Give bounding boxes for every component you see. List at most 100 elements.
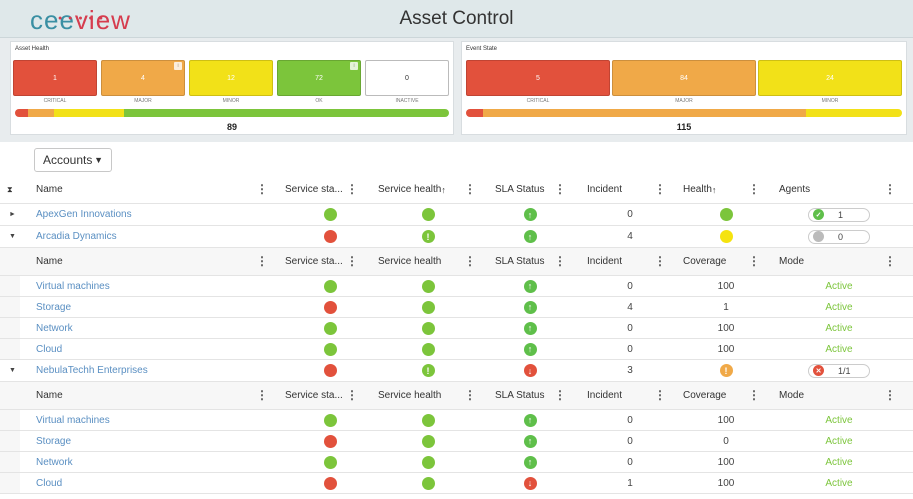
sub-row-indent bbox=[0, 473, 20, 493]
agents-toggle[interactable]: ✓ 1 bbox=[808, 207, 870, 222]
asset-name-link[interactable]: Network bbox=[36, 318, 266, 338]
account-name[interactable]: Arcadia Dynamics bbox=[36, 231, 117, 242]
asset-name[interactable]: Virtual machines bbox=[36, 281, 110, 292]
asset-name-link[interactable]: Cloud bbox=[36, 473, 266, 493]
event_state-tile-minor[interactable]: 24 bbox=[758, 60, 902, 96]
column-menu-icon[interactable]: ⋮ bbox=[346, 182, 358, 196]
asset-name[interactable]: Cloud bbox=[36, 478, 62, 489]
sub-1-col-label: Service health bbox=[378, 256, 442, 267]
event_state-tile-critical[interactable]: 5 bbox=[466, 60, 610, 96]
asset-name-link[interactable]: Network bbox=[36, 452, 266, 472]
column-menu-icon[interactable]: ⋮ bbox=[654, 254, 666, 268]
column-menu-icon[interactable]: ⋮ bbox=[654, 388, 666, 402]
column-menu-icon[interactable]: ⋮ bbox=[748, 254, 760, 268]
column-menu-icon[interactable]: ⋮ bbox=[256, 182, 268, 196]
incident-count: 1 bbox=[627, 477, 633, 489]
account-name[interactable]: NebulaTechh Enterprises bbox=[36, 365, 148, 376]
asset-name-link[interactable]: Cloud bbox=[36, 339, 266, 359]
column-menu-icon[interactable]: ⋮ bbox=[464, 388, 476, 402]
asset_health-tile-label: INACTIVE bbox=[395, 98, 419, 104]
asset_health-tile-critical[interactable]: 1 bbox=[13, 60, 97, 96]
asset-row: Storage ↑ 0 0 Active bbox=[0, 431, 913, 452]
asset-name[interactable]: Network bbox=[36, 323, 73, 334]
health-minor-icon bbox=[719, 230, 733, 243]
account-name-link[interactable]: ApexGen Innovations bbox=[36, 204, 266, 225]
asset-name-link[interactable]: Virtual machines bbox=[36, 410, 266, 430]
sub-2-col-sla[interactable]: SLA Status bbox=[495, 382, 585, 409]
accounts-col-name[interactable]: Name bbox=[36, 176, 126, 203]
asset-name-link[interactable]: Storage bbox=[36, 431, 266, 451]
column-menu-icon[interactable]: ⋮ bbox=[884, 388, 896, 402]
asset-name[interactable]: Cloud bbox=[36, 344, 62, 355]
accounts-col-sla[interactable]: SLA Status bbox=[495, 176, 585, 203]
event_state-tile-label: CRITICAL bbox=[526, 98, 550, 104]
health-cell bbox=[683, 226, 769, 247]
health-ok-icon bbox=[421, 476, 435, 490]
service-status-cell bbox=[285, 297, 375, 317]
expand-icon[interactable]: ► bbox=[9, 204, 19, 225]
accounts-col-agents[interactable]: Agents bbox=[779, 176, 869, 203]
column-menu-icon[interactable]: ⋮ bbox=[748, 388, 760, 402]
column-menu-icon[interactable]: ⋮ bbox=[554, 254, 566, 268]
sub-2-col-service-status[interactable]: Service sta... bbox=[285, 382, 375, 409]
column-menu-icon[interactable]: ⋮ bbox=[554, 388, 566, 402]
column-menu-icon[interactable]: ⋮ bbox=[748, 182, 760, 196]
event_state-tile-major[interactable]: 84 bbox=[612, 60, 756, 96]
column-menu-icon[interactable]: ⋮ bbox=[346, 254, 358, 268]
sub-2-col-mode[interactable]: Mode bbox=[779, 382, 869, 409]
column-menu-icon[interactable]: ⋮ bbox=[256, 254, 268, 268]
sub-1-col-name[interactable]: Name bbox=[36, 248, 126, 275]
asset-row: Virtual machines ↑ 0 100 Active bbox=[0, 276, 913, 297]
sub-row-indent bbox=[0, 276, 20, 296]
service-status-dot bbox=[323, 364, 337, 377]
sub-2-col-label: Mode bbox=[779, 390, 805, 401]
asset-name[interactable]: Storage bbox=[36, 302, 71, 313]
column-menu-icon[interactable]: ⋮ bbox=[654, 182, 666, 196]
agents-toggle[interactable]: ✕ 1/1 bbox=[808, 363, 870, 378]
column-menu-icon[interactable]: ⋮ bbox=[464, 182, 476, 196]
sub-2-col-service-health[interactable]: Service health bbox=[378, 382, 468, 409]
health-ok-icon bbox=[719, 208, 733, 221]
accounts-col-service-health[interactable]: Service health ↑ bbox=[378, 176, 468, 203]
incident-cell: 0 bbox=[587, 431, 673, 451]
column-menu-icon[interactable]: ⋮ bbox=[256, 388, 268, 402]
asset_health-tile-inactive[interactable]: 0 bbox=[365, 60, 449, 96]
column-menu-icon[interactable]: ⋮ bbox=[554, 182, 566, 196]
column-menu-icon[interactable]: ⋮ bbox=[884, 182, 896, 196]
event_state-distribution-bar bbox=[466, 109, 902, 117]
service-status-cell bbox=[285, 204, 375, 225]
coverage-cell: 100 bbox=[683, 410, 769, 430]
service-status-cell bbox=[285, 431, 375, 451]
sort-toggle-icon[interactable]: ⧗ bbox=[7, 176, 19, 203]
coverage-value: 100 bbox=[717, 477, 735, 489]
asset_health-tile-major[interactable]: 4i bbox=[101, 60, 185, 96]
sub-1-col-sla[interactable]: SLA Status bbox=[495, 248, 585, 275]
asset_health-tile-ok[interactable]: 72 i bbox=[277, 60, 361, 96]
column-menu-icon[interactable]: ⋮ bbox=[464, 254, 476, 268]
asset-name-link[interactable]: Storage bbox=[36, 297, 266, 317]
collapse-icon[interactable]: ▼ bbox=[9, 226, 19, 247]
collapse-icon[interactable]: ▼ bbox=[9, 360, 19, 381]
sub-2-col-name[interactable]: Name bbox=[36, 382, 126, 409]
column-menu-icon[interactable]: ⋮ bbox=[346, 388, 358, 402]
sub-1-col-mode[interactable]: Mode bbox=[779, 248, 869, 275]
sub-2-col-label: Coverage bbox=[683, 390, 727, 401]
asset-name[interactable]: Virtual machines bbox=[36, 415, 110, 426]
incident-cell: 1 bbox=[587, 473, 673, 493]
account-name[interactable]: ApexGen Innovations bbox=[36, 209, 132, 220]
service-status-dot bbox=[323, 321, 337, 335]
sub-1-col-service-health[interactable]: Service health bbox=[378, 248, 468, 275]
accounts-dropdown[interactable]: Accounts ▼ bbox=[34, 148, 112, 172]
asset_health-tile-minor[interactable]: 12 bbox=[189, 60, 273, 96]
agents-toggle[interactable]: 0 bbox=[808, 229, 870, 244]
column-menu-icon[interactable]: ⋮ bbox=[884, 254, 896, 268]
account-name-link[interactable]: NebulaTechh Enterprises bbox=[36, 360, 266, 381]
asset-name[interactable]: Storage bbox=[36, 436, 71, 447]
asset-name[interactable]: Network bbox=[36, 457, 73, 468]
accounts-col-service-status[interactable]: Service sta... bbox=[285, 176, 375, 203]
sub-1-col-label: Coverage bbox=[683, 256, 727, 267]
asset-name-link[interactable]: Virtual machines bbox=[36, 276, 266, 296]
mode-cell: Active bbox=[779, 473, 899, 493]
account-name-link[interactable]: Arcadia Dynamics bbox=[36, 226, 266, 247]
sub-1-col-service-status[interactable]: Service sta... bbox=[285, 248, 375, 275]
